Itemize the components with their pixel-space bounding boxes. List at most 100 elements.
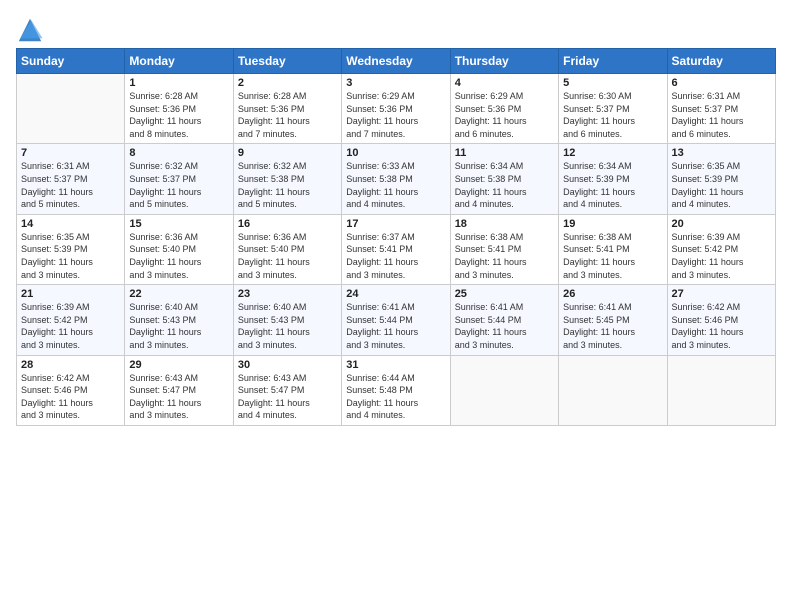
day-number: 12 (563, 147, 662, 159)
day-info: Sunrise: 6:40 AMSunset: 5:43 PMDaylight:… (238, 301, 337, 351)
day-info: Sunrise: 6:44 AMSunset: 5:48 PMDaylight:… (346, 372, 445, 422)
calendar-cell: 12Sunrise: 6:34 AMSunset: 5:39 PMDayligh… (559, 144, 667, 214)
column-header-tuesday: Tuesday (233, 49, 341, 74)
column-header-thursday: Thursday (450, 49, 558, 74)
calendar-week-row: 28Sunrise: 6:42 AMSunset: 5:46 PMDayligh… (17, 355, 776, 425)
day-number: 7 (21, 147, 120, 159)
page-header (16, 16, 776, 44)
calendar-cell: 21Sunrise: 6:39 AMSunset: 5:42 PMDayligh… (17, 285, 125, 355)
day-info: Sunrise: 6:35 AMSunset: 5:39 PMDaylight:… (21, 231, 120, 281)
day-info: Sunrise: 6:41 AMSunset: 5:44 PMDaylight:… (455, 301, 554, 351)
calendar-week-row: 14Sunrise: 6:35 AMSunset: 5:39 PMDayligh… (17, 214, 776, 284)
calendar-cell: 10Sunrise: 6:33 AMSunset: 5:38 PMDayligh… (342, 144, 450, 214)
calendar-cell: 14Sunrise: 6:35 AMSunset: 5:39 PMDayligh… (17, 214, 125, 284)
calendar-cell: 30Sunrise: 6:43 AMSunset: 5:47 PMDayligh… (233, 355, 341, 425)
calendar-cell: 15Sunrise: 6:36 AMSunset: 5:40 PMDayligh… (125, 214, 233, 284)
column-header-friday: Friday (559, 49, 667, 74)
day-number: 15 (129, 218, 228, 230)
day-number: 5 (563, 77, 662, 89)
day-info: Sunrise: 6:31 AMSunset: 5:37 PMDaylight:… (21, 160, 120, 210)
calendar-cell: 5Sunrise: 6:30 AMSunset: 5:37 PMDaylight… (559, 74, 667, 144)
calendar-cell: 31Sunrise: 6:44 AMSunset: 5:48 PMDayligh… (342, 355, 450, 425)
calendar-cell: 20Sunrise: 6:39 AMSunset: 5:42 PMDayligh… (667, 214, 775, 284)
calendar-cell: 23Sunrise: 6:40 AMSunset: 5:43 PMDayligh… (233, 285, 341, 355)
day-number: 18 (455, 218, 554, 230)
calendar-cell: 8Sunrise: 6:32 AMSunset: 5:37 PMDaylight… (125, 144, 233, 214)
day-info: Sunrise: 6:31 AMSunset: 5:37 PMDaylight:… (672, 90, 771, 140)
day-number: 27 (672, 288, 771, 300)
column-header-sunday: Sunday (17, 49, 125, 74)
day-number: 31 (346, 359, 445, 371)
day-number: 1 (129, 77, 228, 89)
day-info: Sunrise: 6:34 AMSunset: 5:39 PMDaylight:… (563, 160, 662, 210)
calendar-cell: 3Sunrise: 6:29 AMSunset: 5:36 PMDaylight… (342, 74, 450, 144)
calendar-cell: 27Sunrise: 6:42 AMSunset: 5:46 PMDayligh… (667, 285, 775, 355)
day-info: Sunrise: 6:38 AMSunset: 5:41 PMDaylight:… (455, 231, 554, 281)
calendar-cell (559, 355, 667, 425)
day-info: Sunrise: 6:41 AMSunset: 5:45 PMDaylight:… (563, 301, 662, 351)
calendar-cell: 2Sunrise: 6:28 AMSunset: 5:36 PMDaylight… (233, 74, 341, 144)
day-number: 28 (21, 359, 120, 371)
day-number: 24 (346, 288, 445, 300)
calendar-cell: 4Sunrise: 6:29 AMSunset: 5:36 PMDaylight… (450, 74, 558, 144)
day-number: 9 (238, 147, 337, 159)
calendar-cell (450, 355, 558, 425)
day-info: Sunrise: 6:35 AMSunset: 5:39 PMDaylight:… (672, 160, 771, 210)
day-number: 26 (563, 288, 662, 300)
day-info: Sunrise: 6:32 AMSunset: 5:37 PMDaylight:… (129, 160, 228, 210)
day-info: Sunrise: 6:29 AMSunset: 5:36 PMDaylight:… (455, 90, 554, 140)
day-number: 22 (129, 288, 228, 300)
calendar-cell: 18Sunrise: 6:38 AMSunset: 5:41 PMDayligh… (450, 214, 558, 284)
day-number: 11 (455, 147, 554, 159)
day-info: Sunrise: 6:34 AMSunset: 5:38 PMDaylight:… (455, 160, 554, 210)
calendar-cell: 25Sunrise: 6:41 AMSunset: 5:44 PMDayligh… (450, 285, 558, 355)
day-info: Sunrise: 6:30 AMSunset: 5:37 PMDaylight:… (563, 90, 662, 140)
calendar-cell: 6Sunrise: 6:31 AMSunset: 5:37 PMDaylight… (667, 74, 775, 144)
day-number: 20 (672, 218, 771, 230)
day-info: Sunrise: 6:32 AMSunset: 5:38 PMDaylight:… (238, 160, 337, 210)
day-info: Sunrise: 6:36 AMSunset: 5:40 PMDaylight:… (129, 231, 228, 281)
day-number: 13 (672, 147, 771, 159)
calendar-cell: 19Sunrise: 6:38 AMSunset: 5:41 PMDayligh… (559, 214, 667, 284)
day-number: 16 (238, 218, 337, 230)
calendar-week-row: 21Sunrise: 6:39 AMSunset: 5:42 PMDayligh… (17, 285, 776, 355)
calendar-week-row: 7Sunrise: 6:31 AMSunset: 5:37 PMDaylight… (17, 144, 776, 214)
day-number: 23 (238, 288, 337, 300)
day-number: 25 (455, 288, 554, 300)
calendar-cell: 7Sunrise: 6:31 AMSunset: 5:37 PMDaylight… (17, 144, 125, 214)
calendar-cell: 22Sunrise: 6:40 AMSunset: 5:43 PMDayligh… (125, 285, 233, 355)
calendar-cell: 24Sunrise: 6:41 AMSunset: 5:44 PMDayligh… (342, 285, 450, 355)
day-info: Sunrise: 6:36 AMSunset: 5:40 PMDaylight:… (238, 231, 337, 281)
day-number: 3 (346, 77, 445, 89)
day-info: Sunrise: 6:39 AMSunset: 5:42 PMDaylight:… (672, 231, 771, 281)
calendar-cell: 13Sunrise: 6:35 AMSunset: 5:39 PMDayligh… (667, 144, 775, 214)
day-info: Sunrise: 6:39 AMSunset: 5:42 PMDaylight:… (21, 301, 120, 351)
logo-icon (16, 16, 44, 44)
calendar-cell: 16Sunrise: 6:36 AMSunset: 5:40 PMDayligh… (233, 214, 341, 284)
calendar-header-row: SundayMondayTuesdayWednesdayThursdayFrid… (17, 49, 776, 74)
column-header-saturday: Saturday (667, 49, 775, 74)
day-info: Sunrise: 6:33 AMSunset: 5:38 PMDaylight:… (346, 160, 445, 210)
day-info: Sunrise: 6:43 AMSunset: 5:47 PMDaylight:… (238, 372, 337, 422)
day-number: 29 (129, 359, 228, 371)
day-info: Sunrise: 6:42 AMSunset: 5:46 PMDaylight:… (672, 301, 771, 351)
column-header-wednesday: Wednesday (342, 49, 450, 74)
day-number: 17 (346, 218, 445, 230)
calendar-table: SundayMondayTuesdayWednesdayThursdayFrid… (16, 48, 776, 426)
day-info: Sunrise: 6:28 AMSunset: 5:36 PMDaylight:… (129, 90, 228, 140)
calendar-cell: 9Sunrise: 6:32 AMSunset: 5:38 PMDaylight… (233, 144, 341, 214)
day-number: 2 (238, 77, 337, 89)
calendar-cell: 29Sunrise: 6:43 AMSunset: 5:47 PMDayligh… (125, 355, 233, 425)
day-info: Sunrise: 6:28 AMSunset: 5:36 PMDaylight:… (238, 90, 337, 140)
day-number: 8 (129, 147, 228, 159)
day-info: Sunrise: 6:29 AMSunset: 5:36 PMDaylight:… (346, 90, 445, 140)
calendar-cell: 28Sunrise: 6:42 AMSunset: 5:46 PMDayligh… (17, 355, 125, 425)
day-number: 4 (455, 77, 554, 89)
day-number: 6 (672, 77, 771, 89)
calendar-cell (667, 355, 775, 425)
day-number: 10 (346, 147, 445, 159)
day-info: Sunrise: 6:43 AMSunset: 5:47 PMDaylight:… (129, 372, 228, 422)
day-number: 30 (238, 359, 337, 371)
day-info: Sunrise: 6:41 AMSunset: 5:44 PMDaylight:… (346, 301, 445, 351)
logo (16, 16, 48, 44)
